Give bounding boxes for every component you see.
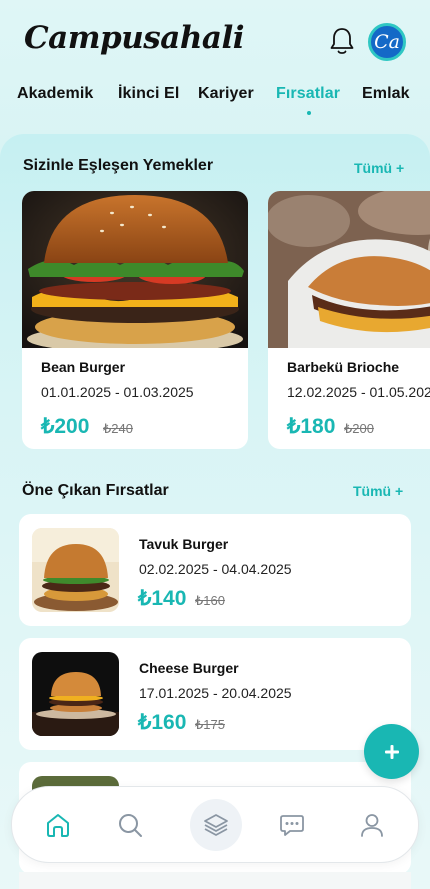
match-card-price: ₺200 <box>41 415 90 438</box>
match-card-dates: 01.01.2025 - 01.03.2025 <box>41 384 194 400</box>
deal-card[interactable]: Tavuk Burger 02.02.2025 - 04.04.2025 ₺14… <box>19 514 411 626</box>
app-screen: Campusahali Ca Akademik İkinci El Kariye… <box>0 0 430 889</box>
bell-icon[interactable] <box>328 26 356 56</box>
layers-icon <box>204 814 228 836</box>
plus-icon <box>384 744 399 759</box>
avatar-initials: Ca <box>374 31 400 53</box>
tab-kariyer[interactable]: Kariyer <box>198 85 254 103</box>
featured-see-all-link[interactable]: Tümü + <box>353 483 403 499</box>
match-card-dates: 12.02.2025 - 01.05.2025 <box>287 384 430 400</box>
nav-center[interactable] <box>190 799 242 851</box>
profile-icon <box>361 814 383 837</box>
add-button[interactable] <box>364 724 419 779</box>
nav-messages[interactable] <box>268 801 316 849</box>
deal-name: Tavuk Burger <box>139 536 229 552</box>
deal-dates: 17.01.2025 - 20.04.2025 <box>139 685 292 701</box>
match-card-old-price: ₺240 <box>103 421 133 436</box>
burger-image <box>32 528 119 612</box>
active-tab-indicator <box>307 111 311 115</box>
header: Campusahali Ca <box>0 0 430 78</box>
burger-image <box>268 191 430 348</box>
tab-firsatlar[interactable]: Fırsatlar <box>276 85 340 103</box>
tab-ikinci-el[interactable]: İkinci El <box>118 85 179 103</box>
match-card-name: Barbekü Brioche <box>287 359 400 375</box>
match-card-name: Bean Burger <box>41 359 126 375</box>
deal-price: ₺160 <box>138 711 187 734</box>
app-logo[interactable]: Campusahali <box>24 20 245 56</box>
match-card[interactable]: Barbekü Brioche 12.02.2025 - 01.05.2025 … <box>268 191 430 449</box>
nav-profile[interactable] <box>348 801 396 849</box>
tab-emlak[interactable]: Emlak <box>362 85 410 103</box>
tab-akademik[interactable]: Akademik <box>17 85 93 103</box>
match-card-price: ₺180 <box>287 415 336 438</box>
matched-section-title: Sizinle Eşleşen Yemekler <box>23 157 214 174</box>
featured-section-title: Öne Çıkan Fırsatlar <box>22 482 169 499</box>
burger-image <box>32 652 119 736</box>
home-icon <box>47 814 69 837</box>
bottom-navigation <box>11 786 419 863</box>
burger-image <box>22 191 248 348</box>
match-card-old-price: ₺200 <box>344 421 374 436</box>
deal-old-price: ₺175 <box>195 717 225 732</box>
match-card[interactable]: Bean Burger 01.01.2025 - 01.03.2025 ₺200… <box>22 191 248 449</box>
deal-dates: 02.02.2025 - 04.04.2025 <box>139 561 292 577</box>
search-icon <box>119 814 142 837</box>
deal-old-price: ₺160 <box>195 593 225 608</box>
deal-name: Cheese Burger <box>139 660 239 676</box>
matched-see-all-link[interactable]: Tümü + <box>354 160 404 176</box>
chat-icon <box>280 815 304 836</box>
nav-home[interactable] <box>34 801 82 849</box>
deal-price: ₺140 <box>138 587 187 610</box>
nav-search[interactable] <box>106 801 154 849</box>
bottom-strip <box>19 872 411 889</box>
category-tabs: Akademik İkinci El Kariyer Fırsatlar Eml… <box>17 85 430 121</box>
avatar[interactable]: Ca <box>368 23 406 61</box>
deal-card[interactable]: Cheese Burger 17.01.2025 - 20.04.2025 ₺1… <box>19 638 411 750</box>
